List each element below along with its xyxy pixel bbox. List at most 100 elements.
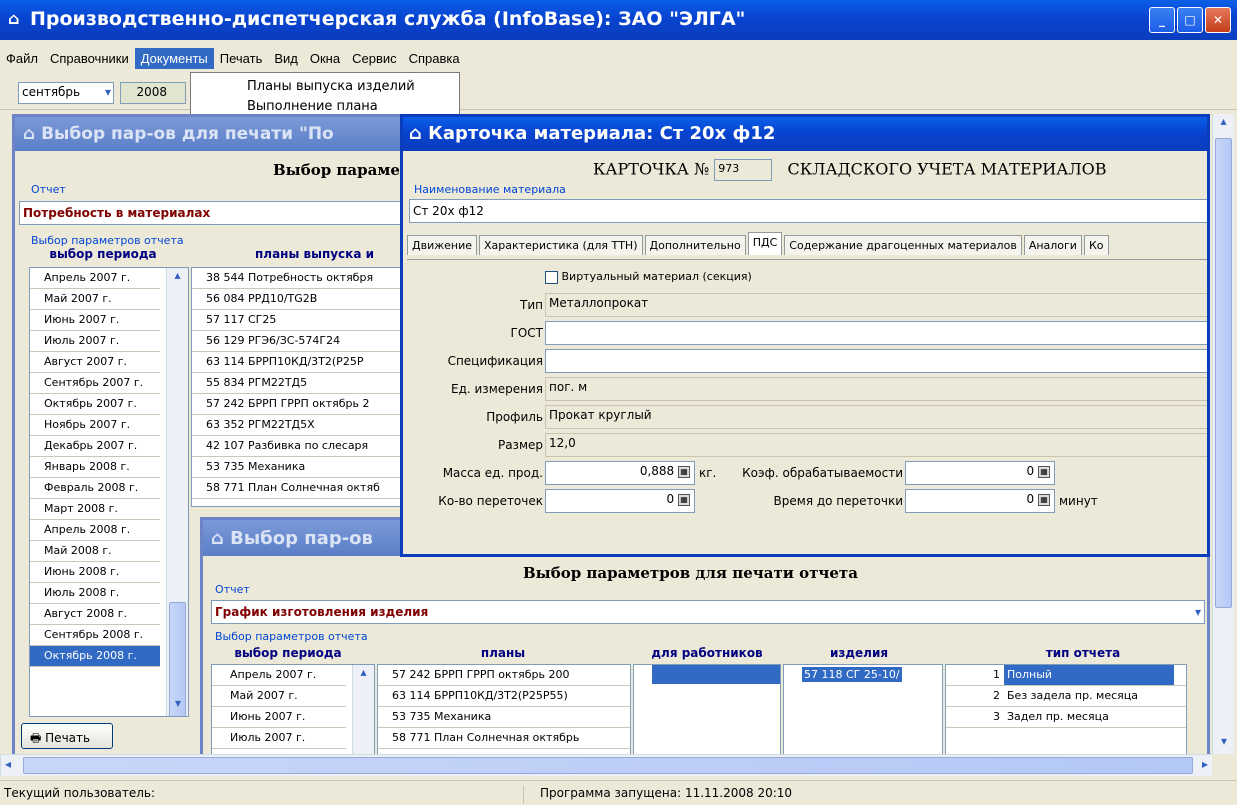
profile-field[interactable]: Прокат круглый [545,405,1207,429]
items-list[interactable]: 57 118 СГ 25-10/ [783,664,943,759]
plan-row[interactable]: 38 544 Потребность октября [192,268,414,289]
calculator-icon[interactable]: ▦ [678,465,690,478]
menu-references[interactable]: Справочники [44,48,135,69]
plan-row[interactable]: 56 084 РРД10/TG2B [192,289,414,310]
plans-list[interactable]: 57 242 БРРП ГРРП октябрь 200 63 114 БРРП1… [377,664,631,759]
plan-row[interactable]: 53 735 Механика [378,707,630,728]
close-button[interactable]: ✕ [1205,7,1231,33]
plan-row[interactable]: 57 242 БРРП ГРРП октябрь 200 [378,665,630,686]
scroll-up-icon[interactable]: ▴ [167,268,188,288]
calculator-icon[interactable]: ▦ [1038,493,1050,506]
menu-view[interactable]: Вид [268,48,304,69]
period-row[interactable]: Январь 2008 г. [30,457,160,478]
scroll-up-icon[interactable]: ▴ [353,665,374,679]
scroll-thumb[interactable] [23,757,1193,774]
plan-row[interactable]: 55 834 РГМ22ТД5 [192,373,414,394]
scroll-up-icon[interactable]: ▴ [1213,114,1234,134]
period-list[interactable]: Апрель 2007 г. Май 2007 г. Июнь 2007 г. Июл… [211,664,375,759]
period-row[interactable]: Июнь 2007 г. [30,310,160,331]
coef-field[interactable]: 0 ▦ [905,461,1055,485]
spec-field[interactable] [545,349,1207,373]
report-type-row[interactable]: 1 Полный [946,665,1186,686]
scroll-down-icon[interactable]: ▾ [167,696,188,716]
period-row[interactable]: Сентябрь 2008 г. [30,625,160,646]
scroll-left-icon[interactable]: ◂ [5,757,11,771]
calculator-icon[interactable]: ▦ [1038,465,1050,478]
period-row[interactable]: Апрель 2008 г. [30,520,160,541]
print-button[interactable]: 🖶 Печать [21,723,113,749]
menu-item-product-plans[interactable]: Планы выпуска изделий [247,79,459,99]
plan-row[interactable]: 58 771 План Солнечная октябрь [378,728,630,749]
menu-help[interactable]: Справка [403,48,466,69]
period-list[interactable]: Апрель 2007 г. Май 2007 г. Июнь 2007 г. Июл… [29,267,189,717]
report-type-row[interactable]: 3 Задел пр. месяца [946,707,1186,728]
menu-documents[interactable]: Документы [134,48,214,69]
chevron-down-icon[interactable]: ▾ [1195,603,1201,621]
tab-precious-materials[interactable]: Содержание драгоценных материалов [784,235,1022,255]
year-spinner[interactable]: 2008 [120,82,186,104]
period-row[interactable]: Декабрь 2007 г. [30,436,160,457]
plan-row[interactable]: 63 114 БРРП10КД/3Т2(Р25Р55) [378,686,630,707]
item-row[interactable]: 57 118 СГ 25-10/ [784,665,942,685]
month-select[interactable]: сентябрь ▾ [18,82,114,104]
period-row[interactable]: Июль 2007 г. [212,728,346,749]
report-select[interactable]: Потребность в материалах [19,201,413,225]
plan-row[interactable]: 56 129 РГЭ6/ЗС-574Г24 [192,331,414,352]
period-row[interactable]: Август 2008 г. [30,604,160,625]
unit-field[interactable]: пог. м [545,377,1207,401]
period-row[interactable]: Июль 2007 г. [30,331,160,352]
menu-service[interactable]: Сервис [346,48,403,69]
period-row[interactable]: Июнь 2007 г. [212,707,346,728]
count-field[interactable]: 0 ▦ [545,489,695,513]
tab-movement[interactable]: Движение [407,235,478,255]
material-name-field[interactable]: Ст 20х ф12 [409,199,1207,223]
workers-row-selected[interactable] [652,665,780,685]
scroll-right-icon[interactable]: ▸ [1202,757,1208,771]
menu-print[interactable]: Печать [214,48,269,69]
period-row[interactable]: Март 2008 г. [30,499,160,520]
period-row[interactable]: Сентябрь 2007 г. [30,373,160,394]
report-type-row[interactable]: 2 Без задела пр. месяца [946,686,1186,707]
mass-field[interactable]: 0,888 ▦ [545,461,695,485]
period-row[interactable]: Июль 2008 г. [30,583,160,604]
workers-list[interactable] [633,664,781,759]
virtual-checkbox-row[interactable]: Виртуальный материал (секция) [545,270,752,284]
plan-row[interactable]: 63 114 БРРП10КД/3Т2(Р25Р [192,352,414,373]
gost-field[interactable] [545,321,1207,345]
report-select[interactable]: График изготовления изделия ▾ [211,600,1205,624]
period-row[interactable]: Октябрь 2008 г. [30,646,160,667]
scroll-down-icon[interactable]: ▾ [1213,734,1235,754]
period-row[interactable]: Май 2007 г. [212,686,346,707]
maximize-button[interactable]: □ [1177,7,1203,33]
plan-row[interactable]: 63 352 РГМ22ТД5Х [192,415,414,436]
plan-row[interactable]: 42 107 Разбивка по слесаря [192,436,414,457]
period-row[interactable]: Апрель 2007 г. [30,268,160,289]
tab-additional[interactable]: Дополнительно [644,235,746,255]
tab-more[interactable]: Ко [1083,235,1109,255]
minimize-button[interactable]: _ [1149,7,1175,33]
period-row[interactable]: Октябрь 2007 г. [30,394,160,415]
scroll-thumb[interactable] [1215,138,1232,608]
period-row[interactable]: Май 2007 г. [30,289,160,310]
plan-row[interactable]: 57 242 БРРП ГРРП октябрь 2 [192,394,414,415]
mdi-vertical-scrollbar[interactable]: ▴ ▾ [1212,114,1234,754]
plans-list[interactable]: 38 544 Потребность октября 56 084 РРД10/T… [191,267,415,507]
period-row[interactable]: Ноябрь 2007 г. [30,415,160,436]
time-field[interactable]: 0 ▦ [905,489,1055,513]
mdi-horizontal-scrollbar[interactable]: ◂ ▸ [0,754,1212,776]
plan-row[interactable]: 57 117 СГ25 [192,310,414,331]
period-row[interactable]: Февраль 2008 г. [30,478,160,499]
period-scrollbar[interactable]: ▴ [352,665,374,759]
tab-analogs[interactable]: Аналоги [1023,235,1082,255]
report-type-list[interactable]: 1 Полный 2 Без задела пр. месяца 3 Задел пр. … [945,664,1187,759]
tab-pds[interactable]: ПДС [747,232,783,255]
plan-row[interactable]: 53 735 Механика [192,457,414,478]
period-row[interactable]: Май 2008 г. [30,541,160,562]
period-scrollbar[interactable]: ▴ ▾ [166,268,188,716]
virtual-checkbox[interactable] [545,270,558,284]
plan-row[interactable]: 58 771 План Солнечная октяб [192,478,414,499]
period-row[interactable]: Август 2007 г. [30,352,160,373]
period-row[interactable]: Июнь 2008 г. [30,562,160,583]
size-field[interactable]: 12,0 [545,433,1207,457]
menu-file[interactable]: Файл [0,48,44,69]
